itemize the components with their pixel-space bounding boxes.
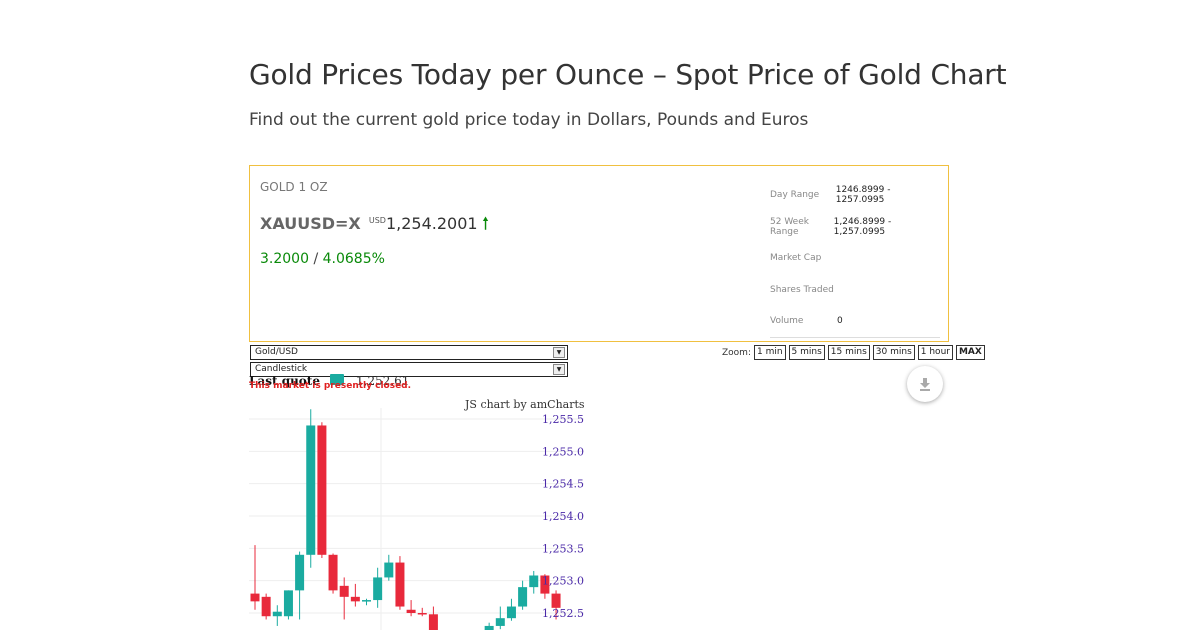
zoom-1hour-button[interactable]: 1 hour	[917, 345, 953, 360]
candle-body	[417, 613, 427, 615]
candle-body	[518, 587, 528, 607]
ticker-symbol: XAUUSD=X	[260, 214, 361, 233]
y-tick-label: 1,253.5	[542, 542, 584, 555]
candle-body	[339, 585, 349, 597]
stat-label: Day Range	[770, 190, 820, 201]
page-subtitle: Find out the current gold price today in…	[249, 110, 809, 130]
candle-body	[261, 596, 271, 617]
change-percent: 4.0685%	[322, 251, 385, 267]
candle-body	[250, 593, 260, 602]
stat-label: Volume	[770, 316, 804, 327]
y-tick-label: 1,252.5	[542, 607, 584, 620]
zoom-5mins-button[interactable]: 5 mins	[788, 345, 825, 360]
zoom-30mins-button[interactable]: 30 mins	[872, 345, 915, 360]
candle-body	[272, 611, 282, 617]
price-change: 3.2000 / 4.0685%	[260, 251, 385, 267]
candle-body	[484, 625, 494, 630]
stat-label: Shares Traded	[770, 284, 834, 295]
candle-body	[295, 554, 305, 591]
candle-body	[395, 562, 405, 607]
chart-type-select-value: Candlestick	[255, 364, 308, 374]
zoom-15mins-button[interactable]: 15 mins	[827, 345, 870, 360]
candle-body	[506, 606, 516, 619]
stat-value: 1,246.8999 - 1,257.0995	[833, 216, 892, 237]
candle-body	[283, 590, 293, 617]
candle-body	[362, 600, 371, 602]
page-title: Gold Prices Today per Ounce – Spot Price…	[249, 58, 1007, 91]
stat-row: Volume 0	[770, 306, 940, 338]
quote-panel: GOLD 1 OZ XAUUSD=X USD1,254.2001 🠑 3.200…	[249, 165, 949, 342]
candle-body	[350, 596, 360, 602]
stat-value: 0	[837, 316, 843, 327]
chevron-down-icon[interactable]: ▼	[553, 364, 565, 375]
stat-value: 1246.8999 - 1257.0995	[835, 185, 891, 206]
candle-body	[328, 554, 338, 591]
stat-row: Market Cap	[770, 243, 940, 275]
candle-body	[317, 425, 327, 555]
chevron-down-icon[interactable]: ▼	[553, 347, 565, 358]
stat-row: Day Range 1246.8999 - 1257.0995	[770, 180, 940, 212]
candle-body	[495, 618, 505, 626]
stat-row: Shares Traded	[770, 275, 940, 307]
candle-body	[373, 577, 383, 601]
current-price: 1,254.2001	[385, 214, 478, 233]
instrument-select-value: Gold/USD	[255, 347, 298, 357]
change-separator: /	[313, 251, 319, 267]
zoom-1min-button[interactable]: 1 min	[753, 345, 786, 360]
y-tick-label: 1,254.0	[542, 510, 584, 523]
market-status: This market is presently closed.	[249, 381, 412, 391]
stats-table: Day Range 1246.8999 - 1257.0995 52 Week …	[770, 180, 940, 338]
change-value: 3.2000	[260, 251, 309, 267]
candle-body	[428, 614, 438, 630]
download-icon	[920, 378, 930, 391]
currency-label: USD	[368, 216, 386, 225]
candle-body	[529, 575, 539, 588]
y-tick-label: 1,255.5	[542, 413, 584, 426]
candle-body	[384, 562, 394, 578]
zoom-label: Zoom:	[722, 347, 751, 358]
zoom-bar: Zoom: 1 min 5 mins 15 mins 30 mins 1 hou…	[722, 345, 985, 360]
instrument-select[interactable]: Gold/USD ▼	[250, 345, 568, 360]
candle-body	[406, 609, 416, 613]
asset-name: GOLD 1 OZ	[260, 180, 328, 194]
download-button[interactable]	[907, 366, 943, 402]
y-tick-label: 1,255.0	[542, 445, 584, 458]
zoom-max-button[interactable]: MAX	[955, 345, 985, 360]
stat-label: 52 Week Range	[770, 216, 809, 237]
ticker-line: XAUUSD=X USD1,254.2001 🠑	[260, 213, 488, 240]
candlestick-chart: 1,255.5 1,255.0 1,254.5 1,254.0 1,253.5 1,253…	[249, 408, 584, 630]
candle-body	[551, 593, 561, 608]
up-arrow-icon: 🠑	[482, 214, 489, 233]
y-tick-label: 1,253.0	[542, 575, 584, 588]
stat-row: 52 Week Range 1,246.8999 - 1,257.0995	[770, 212, 940, 244]
y-tick-label: 1,254.5	[542, 478, 584, 491]
stat-label: Market Cap	[770, 253, 822, 264]
candle-body	[306, 425, 316, 555]
